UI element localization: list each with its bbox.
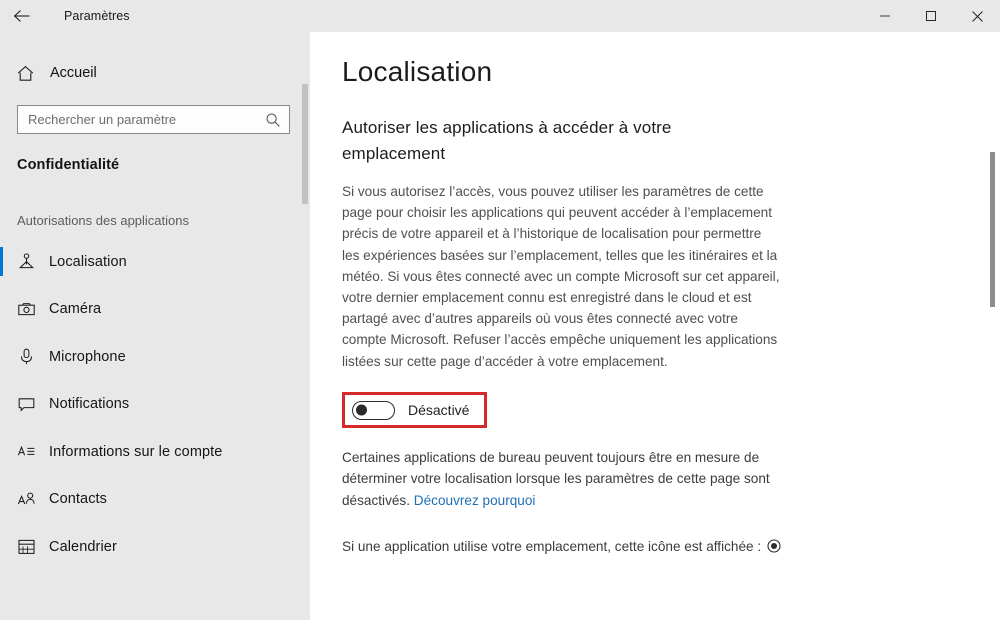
main-scrollbar[interactable]	[989, 32, 996, 620]
sidebar-section-title: Confidentialité	[17, 157, 120, 173]
maximize-button[interactable]	[908, 0, 954, 32]
microphone-icon	[17, 347, 43, 366]
camera-icon	[17, 300, 43, 319]
title-bar: Paramètres	[0, 0, 1000, 32]
learn-why-link[interactable]: Découvrez pourquoi	[414, 493, 536, 508]
location-pin-icon	[17, 252, 43, 271]
location-active-icon	[767, 538, 781, 560]
sidebar-item-calendar[interactable]: Calendrier	[0, 523, 310, 571]
page-title: Localisation	[342, 56, 493, 87]
window-controls	[862, 0, 1000, 32]
sidebar-item-label: Localisation	[49, 253, 127, 270]
close-icon	[971, 10, 984, 23]
sidebar-group-label: Autorisations des applications	[17, 213, 189, 228]
sidebar-item-localisation[interactable]: Localisation	[0, 238, 310, 286]
desktop-apps-note: Certaines applications de bureau peuvent…	[342, 447, 782, 512]
sidebar-home-label: Accueil	[50, 65, 97, 81]
close-button[interactable]	[954, 0, 1000, 32]
maximize-icon	[925, 10, 937, 22]
sidebar-item-label: Informations sur le compte	[49, 443, 223, 460]
notification-icon	[17, 395, 43, 414]
sidebar: Accueil Confidentialité Autorisations de…	[0, 32, 310, 620]
selection-indicator	[0, 247, 3, 276]
search-icon[interactable]	[265, 112, 281, 128]
home-icon	[16, 64, 46, 83]
app-title: Paramètres	[64, 9, 130, 23]
back-button[interactable]	[0, 0, 44, 32]
toggle-knob	[356, 404, 367, 416]
calendar-icon	[17, 537, 43, 556]
desktop-apps-note-text: Certaines applications de bureau peuvent…	[342, 449, 770, 508]
minimize-button[interactable]	[862, 0, 908, 32]
location-icon-note: Si une application utilise votre emplace…	[342, 536, 782, 560]
location-icon-note-text: Si une application utilise votre emplace…	[342, 539, 765, 555]
location-toggle-switch[interactable]	[352, 400, 395, 420]
sidebar-item-account-info[interactable]: Informations sur le compte	[0, 428, 310, 476]
sidebar-item-label: Microphone	[49, 348, 126, 365]
minimize-icon	[879, 10, 891, 22]
sidebar-nav-list: Localisation Caméra Microphone Notificat…	[0, 238, 310, 571]
description-text: Si vous autorisez l’accès, vous pouvez u…	[342, 184, 780, 369]
settings-window: Paramètres Accueil Rechercher un paramèt…	[0, 0, 1000, 620]
search-box[interactable]	[17, 105, 290, 134]
sidebar-item-label: Calendrier	[49, 538, 117, 555]
sidebar-scrollbar-thumb[interactable]	[302, 84, 308, 204]
account-info-icon	[17, 442, 43, 461]
sidebar-item-camera[interactable]: Caméra	[0, 286, 310, 334]
sidebar-scrollbar[interactable]	[302, 32, 308, 620]
search-input[interactable]	[18, 106, 289, 133]
toggle-state-label: Désactivé	[408, 402, 470, 419]
sidebar-item-microphone[interactable]: Microphone	[0, 333, 310, 381]
contacts-icon	[17, 490, 43, 509]
section-heading: Autoriser les applications à accéder à v…	[342, 118, 672, 163]
back-arrow-icon	[12, 8, 32, 24]
location-toggle-group[interactable]: Désactivé	[342, 391, 487, 429]
sidebar-item-notifications[interactable]: Notifications	[0, 381, 310, 429]
title-bar-left: Paramètres	[0, 0, 130, 32]
sidebar-item-label: Notifications	[49, 396, 130, 413]
sidebar-item-contacts[interactable]: Contacts	[0, 476, 310, 524]
main-content: Localisation Autoriser les applications …	[310, 32, 1000, 620]
sidebar-item-label: Caméra	[49, 301, 102, 318]
sidebar-item-label: Contacts	[49, 491, 108, 508]
sidebar-item-home[interactable]: Accueil	[0, 53, 310, 93]
main-scrollbar-thumb[interactable]	[990, 152, 995, 307]
